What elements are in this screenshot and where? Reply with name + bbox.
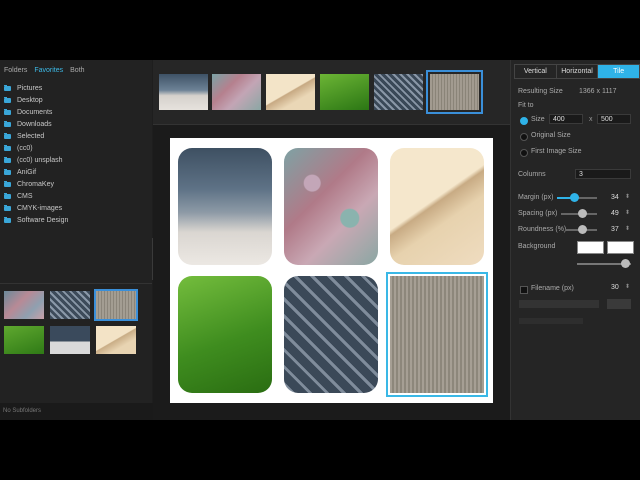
roundness-label: Roundness (%) xyxy=(518,226,567,233)
folder-item[interactable]: Pictures xyxy=(0,82,150,94)
disabled-option xyxy=(519,300,599,308)
background-label: Background xyxy=(518,243,556,250)
background-color-swatch-2[interactable] xyxy=(607,241,634,254)
spacing-stepper[interactable]: ⬍ xyxy=(625,209,630,216)
filename-checkbox[interactable] xyxy=(520,286,528,294)
folder-item[interactable]: ChromaKey xyxy=(0,178,150,190)
strip-thumb-sand[interactable] xyxy=(266,74,315,110)
resulting-size-value: 1366 x 1117 xyxy=(579,88,617,95)
folder-item[interactable]: AniGif xyxy=(0,166,150,178)
tile-wall[interactable] xyxy=(178,148,272,265)
roundness-slider-knob[interactable] xyxy=(578,225,587,234)
roundness-value[interactable]: 37 xyxy=(611,226,619,233)
folder-icon xyxy=(4,108,11,115)
tile-grass[interactable] xyxy=(178,276,272,393)
folder-icon xyxy=(4,156,11,163)
original-size-label: Original Size xyxy=(531,132,571,139)
margin-slider-knob[interactable] xyxy=(570,193,579,202)
app-window: Folders Favorites Both Pictures Desktop … xyxy=(0,60,640,420)
fit-to-label: Fit to xyxy=(518,102,534,109)
first-image-size-radio[interactable] xyxy=(520,149,528,157)
folder-icon xyxy=(4,120,11,127)
favorite-thumb-metal[interactable] xyxy=(50,291,90,319)
collage-canvas xyxy=(170,138,493,403)
folder-item[interactable]: Documents xyxy=(0,106,150,118)
folder-icon xyxy=(4,180,11,187)
columns-select[interactable]: 3 xyxy=(575,169,631,179)
browser-tabs: Folders Favorites Both xyxy=(0,60,156,80)
folder-icon xyxy=(4,144,11,151)
margin-stepper[interactable]: ⬍ xyxy=(625,193,630,200)
tab-both[interactable]: Both xyxy=(70,67,84,74)
favorite-thumb-sand[interactable] xyxy=(96,326,136,354)
filename-value[interactable]: 30 xyxy=(611,284,619,291)
filename-label: Filename (px) xyxy=(531,285,574,292)
folder-icon xyxy=(4,168,11,175)
first-image-size-label: First Image Size xyxy=(531,148,582,155)
roundness-stepper[interactable]: ⬍ xyxy=(625,225,630,232)
size-radio[interactable] xyxy=(520,117,528,125)
disabled-text xyxy=(519,318,583,324)
settings-panel: Vertical Horizontal Tile Resulting Size … xyxy=(510,60,640,420)
browser-panel: Folders Favorites Both Pictures Desktop … xyxy=(0,60,155,420)
strip-thumb-scales[interactable] xyxy=(212,74,261,110)
tile-wood[interactable] xyxy=(386,272,488,397)
size-height-field[interactable]: 500 xyxy=(597,114,631,124)
folder-item[interactable]: Selected xyxy=(0,130,150,142)
folder-icon xyxy=(4,84,11,91)
strip-thumb-metal[interactable] xyxy=(374,74,423,110)
tab-folders[interactable]: Folders xyxy=(4,67,27,74)
strip-thumb-wall[interactable] xyxy=(159,74,208,110)
spacing-value[interactable]: 49 xyxy=(611,210,619,217)
original-size-radio[interactable] xyxy=(520,133,528,141)
folder-icon xyxy=(4,216,11,223)
disabled-color-swatch xyxy=(607,299,631,309)
folder-icon xyxy=(4,132,11,139)
resulting-size-label: Resulting Size xyxy=(518,88,563,95)
tab-horizontal[interactable]: Horizontal xyxy=(557,65,599,78)
folder-item[interactable]: CMS xyxy=(0,190,150,202)
tile-scales[interactable] xyxy=(284,148,378,265)
favorite-thumb-scales[interactable] xyxy=(4,291,44,319)
strip-thumb-grass[interactable] xyxy=(320,74,369,110)
folder-item[interactable]: CMYK-images xyxy=(0,202,150,214)
tab-vertical[interactable]: Vertical xyxy=(515,65,557,78)
folder-item[interactable]: Desktop xyxy=(0,94,150,106)
status-bar: No Subfolders xyxy=(0,403,155,420)
selected-images-strip xyxy=(153,60,510,125)
folder-item[interactable]: Downloads xyxy=(0,118,150,130)
margin-value[interactable]: 34 xyxy=(611,194,619,201)
folder-item[interactable]: (cc0) unsplash xyxy=(0,154,150,166)
tab-tile[interactable]: Tile xyxy=(598,65,640,78)
tab-favorites[interactable]: Favorites xyxy=(34,67,63,74)
filename-stepper[interactable]: ⬍ xyxy=(625,283,630,290)
folder-icon xyxy=(4,96,11,103)
folder-item[interactable]: (cc0) xyxy=(0,142,150,154)
background-opacity-knob[interactable] xyxy=(621,259,630,268)
size-width-field[interactable]: 400 xyxy=(549,114,583,124)
size-label: Size xyxy=(531,116,545,123)
tile-sand[interactable] xyxy=(390,148,484,265)
folder-icon xyxy=(4,192,11,199)
divider xyxy=(0,283,152,284)
strip-thumb-wood[interactable] xyxy=(426,70,483,114)
tile-metal[interactable] xyxy=(284,276,378,393)
favorite-thumb-wall[interactable] xyxy=(50,326,90,354)
preview-area xyxy=(153,60,510,420)
folder-icon xyxy=(4,204,11,211)
spacing-label: Spacing (px) xyxy=(518,210,558,217)
spacing-slider-knob[interactable] xyxy=(578,209,587,218)
favorite-thumb-grass[interactable] xyxy=(4,326,44,354)
margin-label: Margin (px) xyxy=(518,194,554,201)
background-color-swatch[interactable] xyxy=(577,241,604,254)
folder-item[interactable]: Software Design xyxy=(0,214,150,226)
layout-mode-selector: Vertical Horizontal Tile xyxy=(514,64,640,79)
size-separator: x xyxy=(589,116,593,123)
columns-label: Columns xyxy=(518,171,546,178)
folder-list: Pictures Desktop Documents Downloads Sel… xyxy=(0,82,150,282)
favorite-thumb-wood[interactable] xyxy=(94,289,138,321)
